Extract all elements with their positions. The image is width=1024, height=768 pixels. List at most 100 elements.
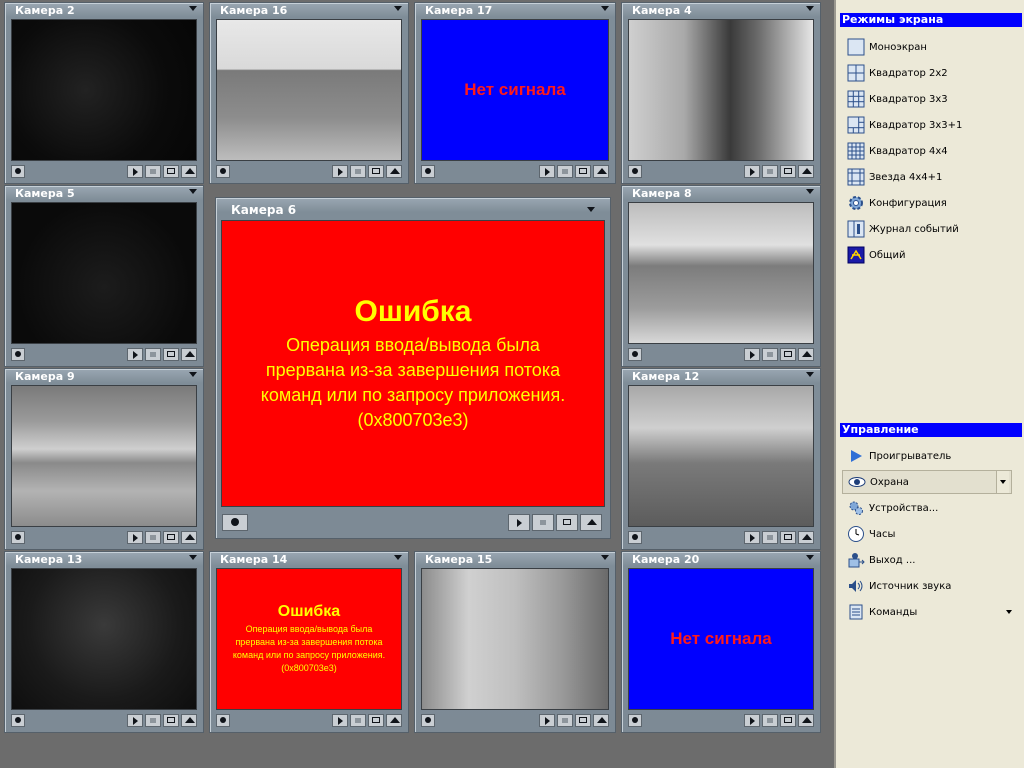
expand-button[interactable]	[181, 531, 197, 544]
record-button[interactable]	[11, 348, 25, 361]
play-button[interactable]	[744, 165, 760, 178]
record-button[interactable]	[421, 165, 435, 178]
play-button[interactable]	[744, 531, 760, 544]
record-button[interactable]	[628, 348, 642, 361]
control-player[interactable]: Проигрыватель	[846, 444, 1002, 468]
play-button[interactable]	[127, 348, 143, 361]
record-button[interactable]	[11, 165, 25, 178]
camera-menu-arrow-icon[interactable]	[806, 555, 814, 560]
stop-button[interactable]	[762, 165, 778, 178]
camera-menu-arrow-icon[interactable]	[601, 555, 609, 560]
camera-tile[interactable]: Камера 17 Нет сигнала	[414, 2, 616, 184]
mode-general[interactable]: Общий	[846, 243, 1002, 267]
stop-button[interactable]	[557, 165, 573, 178]
play-button[interactable]	[127, 714, 143, 727]
snapshot-button[interactable]	[163, 714, 179, 727]
snapshot-button[interactable]	[575, 714, 591, 727]
stop-button[interactable]	[350, 165, 366, 178]
camera-tile[interactable]: Камера 5	[4, 185, 204, 367]
control-commands[interactable]: Команды	[846, 600, 1012, 624]
snapshot-button[interactable]	[163, 348, 179, 361]
stop-button[interactable]	[532, 514, 554, 531]
play-button[interactable]	[332, 714, 348, 727]
expand-button[interactable]	[798, 714, 814, 727]
camera-tile[interactable]: Камера 15	[414, 551, 616, 733]
expand-button[interactable]	[386, 165, 402, 178]
stop-button[interactable]	[145, 165, 161, 178]
camera-tile[interactable]: Камера 20 Нет сигнала	[621, 551, 821, 733]
expand-button[interactable]	[593, 714, 609, 727]
expand-button[interactable]	[580, 514, 602, 531]
control-exit[interactable]: Выход ...	[846, 548, 1002, 572]
mode-mono[interactable]: Моноэкран	[846, 35, 1002, 59]
camera-menu-arrow-icon[interactable]	[189, 555, 197, 560]
mode-3x3-plus-1[interactable]: Квадратор 3х3+1	[846, 113, 1002, 137]
stop-button[interactable]	[145, 348, 161, 361]
record-button[interactable]	[628, 165, 642, 178]
guard-dropdown-arrow[interactable]	[996, 471, 1009, 493]
snapshot-button[interactable]	[780, 714, 796, 727]
play-button[interactable]	[508, 514, 530, 531]
record-button[interactable]	[216, 165, 230, 178]
expand-button[interactable]	[798, 165, 814, 178]
stop-button[interactable]	[762, 348, 778, 361]
mode-star-4x4-plus-1[interactable]: Звезда 4х4+1	[846, 165, 1002, 189]
expand-button[interactable]	[798, 348, 814, 361]
play-button[interactable]	[744, 714, 760, 727]
chevron-down-icon[interactable]	[1006, 610, 1012, 614]
camera-tile[interactable]: Камера 9	[4, 368, 204, 550]
camera-menu-arrow-icon[interactable]	[587, 207, 595, 212]
record-button[interactable]	[11, 531, 25, 544]
camera-tile[interactable]: Камера 2	[4, 2, 204, 184]
play-button[interactable]	[127, 531, 143, 544]
record-button[interactable]	[628, 714, 642, 727]
camera-tile[interactable]: Камера 12	[621, 368, 821, 550]
camera-menu-arrow-icon[interactable]	[601, 6, 609, 11]
camera-tile[interactable]: Камера 14 Ошибка Операция ввода/вывода б…	[209, 551, 409, 733]
play-button[interactable]	[539, 714, 555, 727]
camera-tile[interactable]: Камера 13	[4, 551, 204, 733]
stop-button[interactable]	[350, 714, 366, 727]
stop-button[interactable]	[762, 531, 778, 544]
mode-configuration[interactable]: Конфигурация	[846, 191, 1002, 215]
record-button[interactable]	[421, 714, 435, 727]
snapshot-button[interactable]	[780, 531, 796, 544]
snapshot-button[interactable]	[556, 514, 578, 531]
expand-button[interactable]	[181, 714, 197, 727]
stop-button[interactable]	[557, 714, 573, 727]
mode-2x2[interactable]: Квадратор 2х2	[846, 61, 1002, 85]
mode-3x3[interactable]: Квадратор 3х3	[846, 87, 1002, 111]
play-button[interactable]	[332, 165, 348, 178]
record-button[interactable]	[216, 714, 230, 727]
play-button[interactable]	[539, 165, 555, 178]
record-button[interactable]	[628, 531, 642, 544]
snapshot-button[interactable]	[575, 165, 591, 178]
stop-button[interactable]	[145, 531, 161, 544]
snapshot-button[interactable]	[163, 531, 179, 544]
play-button[interactable]	[127, 165, 143, 178]
mode-event-log[interactable]: Журнал событий	[846, 217, 1002, 241]
snapshot-button[interactable]	[163, 165, 179, 178]
expand-button[interactable]	[798, 531, 814, 544]
expand-button[interactable]	[181, 165, 197, 178]
control-guard[interactable]: Охрана	[842, 470, 1012, 494]
stop-button[interactable]	[762, 714, 778, 727]
camera-tile[interactable]: Камера 4	[621, 2, 821, 184]
expand-button[interactable]	[181, 348, 197, 361]
control-sound-source[interactable]: Источник звука	[846, 574, 1002, 598]
camera-menu-arrow-icon[interactable]	[189, 6, 197, 11]
snapshot-button[interactable]	[368, 165, 384, 178]
snapshot-button[interactable]	[780, 165, 796, 178]
camera-menu-arrow-icon[interactable]	[806, 189, 814, 194]
snapshot-button[interactable]	[368, 714, 384, 727]
record-button[interactable]	[222, 514, 248, 531]
camera-menu-arrow-icon[interactable]	[189, 189, 197, 194]
mode-4x4[interactable]: Квадратор 4х4	[846, 139, 1002, 163]
camera-tile[interactable]: Камера 16	[209, 2, 409, 184]
stop-button[interactable]	[145, 714, 161, 727]
camera-menu-arrow-icon[interactable]	[189, 372, 197, 377]
snapshot-button[interactable]	[780, 348, 796, 361]
camera-tile[interactable]: Камера 8	[621, 185, 821, 367]
play-button[interactable]	[744, 348, 760, 361]
expand-button[interactable]	[593, 165, 609, 178]
